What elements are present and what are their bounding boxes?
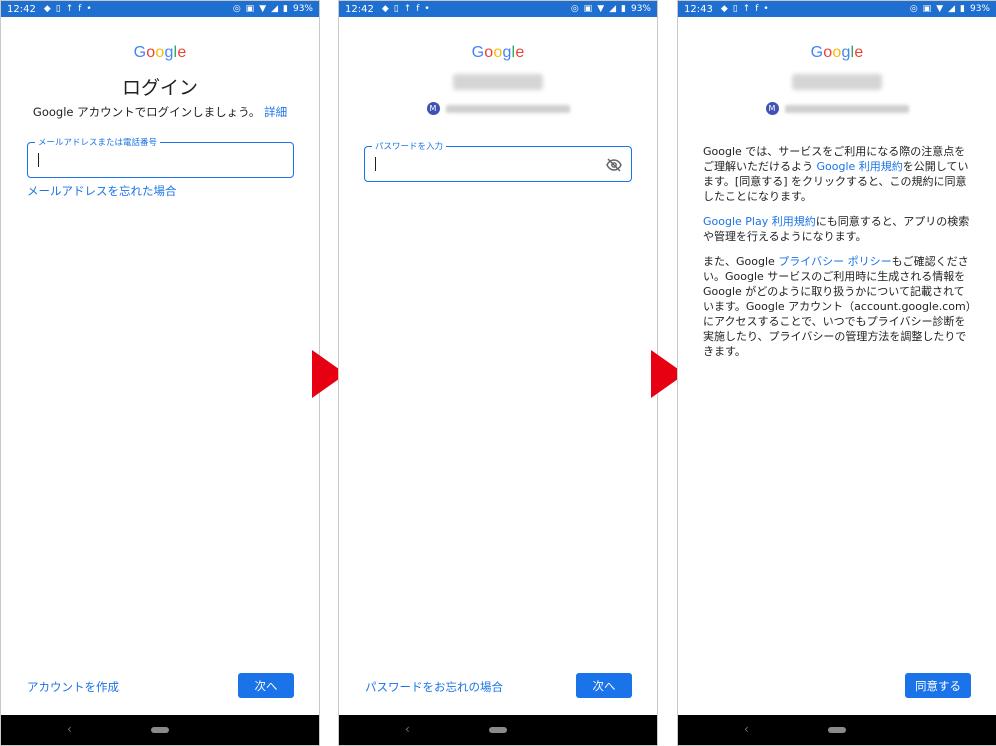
vibrate-icon: ▣	[583, 4, 593, 14]
text-cursor	[375, 157, 376, 171]
notification-icons: ◆ ▯ ↑ f •	[44, 4, 92, 14]
facebook-icon: f	[755, 4, 759, 14]
status-time: 12:42	[345, 3, 374, 15]
eye-off-icon[interactable]	[606, 157, 622, 176]
google-logo-text: Google	[810, 44, 864, 61]
system-icons: ◎ ▣ ▼ ◢ ▮ 93%	[910, 4, 990, 14]
blurred-email	[445, 104, 570, 113]
account-chip[interactable]: M	[678, 102, 996, 115]
blurred-account-name	[339, 74, 657, 90]
terms-text-b: もご確認ください。Google サービスのご利用時に生成される情報を Googl…	[703, 255, 972, 358]
signal-icon: ◢	[948, 4, 956, 14]
navigation-bar: ‹	[678, 715, 996, 745]
password-field-label: パスワードを入力	[372, 140, 447, 152]
chat-icon: ◆	[720, 4, 728, 14]
agree-button[interactable]: 同意する	[905, 673, 971, 698]
sync-icon: ◎	[909, 4, 918, 14]
vibrate-icon: ▣	[922, 4, 932, 14]
dot-icon: •	[86, 4, 92, 14]
google-logo: Google	[678, 44, 996, 62]
next-button[interactable]: 次へ	[576, 673, 632, 698]
forgot-email-link[interactable]: メールアドレスを忘れた場合	[27, 183, 177, 199]
signal-icon: ◢	[609, 4, 617, 14]
play-terms-link[interactable]: Google Play 利用規約	[703, 215, 816, 228]
sync-icon: ◎	[570, 4, 579, 14]
home-icon[interactable]	[489, 727, 507, 733]
battery-level: 93%	[292, 4, 313, 14]
phone-screen-login: 12:42 ◆ ▯ ↑ f • ◎ ▣ ▼ ◢ ▮ 93% Google ログイ…	[0, 0, 320, 746]
password-field[interactable]: パスワードを入力	[364, 140, 632, 182]
navigation-bar: ‹	[1, 715, 319, 745]
battery-level: 93%	[630, 4, 651, 14]
chat-icon: ◆	[381, 4, 389, 14]
blurred-email	[784, 104, 909, 113]
facebook-icon: f	[78, 4, 82, 14]
status-time: 12:42	[7, 3, 36, 15]
status-bar: 12:42 ◆ ▯ ↑ f • ◎ ▣ ▼ ◢ ▮ 93%	[339, 1, 657, 17]
google-terms-link[interactable]: Google 利用規約	[817, 160, 903, 173]
privacy-policy-link[interactable]: プライバシー ポリシー	[778, 255, 891, 268]
next-button[interactable]: 次へ	[238, 673, 294, 698]
text-cursor	[38, 153, 39, 167]
system-icons: ◎ ▣ ▼ ◢ ▮ 93%	[233, 4, 313, 14]
account-chip[interactable]: M	[339, 102, 657, 115]
sync-icon: ◎	[232, 4, 241, 14]
sim-icon: ▯	[393, 4, 399, 14]
upload-icon: ↑	[65, 4, 74, 14]
back-icon[interactable]: ‹	[67, 722, 72, 736]
page-subtitle: Google アカウントでログインしましょう。 詳細	[1, 104, 319, 120]
create-account-link[interactable]: アカウントを作成	[27, 679, 119, 695]
battery-icon: ▮	[621, 4, 626, 14]
battery-icon: ▮	[283, 4, 288, 14]
home-icon[interactable]	[151, 727, 169, 733]
sim-icon: ▯	[732, 4, 738, 14]
details-link[interactable]: 詳細	[264, 105, 287, 119]
chat-icon: ◆	[43, 4, 51, 14]
phone-screen-terms: 12:43 ◆ ▯ ↑ f • ◎ ▣ ▼ ◢ ▮ 93% Google M G…	[677, 0, 996, 746]
wifi-icon: ▼	[597, 4, 605, 14]
avatar: M	[426, 102, 440, 115]
back-icon[interactable]: ‹	[405, 722, 410, 736]
page-title: ログイン	[121, 77, 198, 99]
wifi-icon: ▼	[936, 4, 944, 14]
dot-icon: •	[424, 4, 430, 14]
google-logo: Google	[339, 44, 657, 62]
facebook-icon: f	[416, 4, 420, 14]
google-logo: Google	[1, 44, 319, 62]
status-bar: 12:42 ◆ ▯ ↑ f • ◎ ▣ ▼ ◢ ▮ 93%	[1, 1, 319, 17]
email-field[interactable]: メールアドレスまたは電話番号	[27, 136, 294, 178]
terms-text: Google では、サービスをご利用になる際の注意点をご理解いただけるよう Go…	[703, 144, 973, 369]
navigation-bar: ‹	[339, 715, 657, 745]
system-icons: ◎ ▣ ▼ ◢ ▮ 93%	[571, 4, 651, 14]
upload-icon: ↑	[742, 4, 751, 14]
google-logo-text: Google	[471, 44, 525, 61]
battery-icon: ▮	[960, 4, 965, 14]
google-logo-text: Google	[133, 44, 187, 61]
forgot-password-link[interactable]: パスワードをお忘れの場合	[365, 679, 503, 695]
status-bar: 12:43 ◆ ▯ ↑ f • ◎ ▣ ▼ ◢ ▮ 93%	[678, 1, 996, 17]
signal-icon: ◢	[271, 4, 279, 14]
terms-paragraph: Google では、サービスをご利用になる際の注意点をご理解いただけるよう Go…	[703, 144, 973, 204]
vibrate-icon: ▣	[245, 4, 255, 14]
blurred-account-name	[678, 74, 996, 90]
notification-icons: ◆ ▯ ↑ f •	[721, 4, 769, 14]
home-icon[interactable]	[828, 727, 846, 733]
terms-text-a: また、Google	[703, 255, 779, 268]
dot-icon: •	[763, 4, 769, 14]
battery-level: 93%	[969, 4, 990, 14]
upload-icon: ↑	[403, 4, 412, 14]
tutorial-stage: 12:42 ◆ ▯ ↑ f • ◎ ▣ ▼ ◢ ▮ 93% Google ログイ…	[0, 0, 996, 746]
notification-icons: ◆ ▯ ↑ f •	[382, 4, 430, 14]
avatar: M	[765, 102, 779, 115]
phone-screen-password: 12:42 ◆ ▯ ↑ f • ◎ ▣ ▼ ◢ ▮ 93% Google M パ…	[338, 0, 658, 746]
subtitle-text: Google アカウントでログインしましょう。	[32, 105, 261, 119]
wifi-icon: ▼	[259, 4, 267, 14]
terms-paragraph: Google Play 利用規約にも同意すると、アプリの検索や管理を行えるように…	[703, 214, 973, 244]
terms-paragraph: また、Google プライバシー ポリシーもご確認ください。Google サービ…	[703, 254, 973, 359]
back-icon[interactable]: ‹	[744, 722, 749, 736]
email-field-label: メールアドレスまたは電話番号	[35, 136, 161, 148]
status-time: 12:43	[684, 3, 713, 15]
sim-icon: ▯	[55, 4, 61, 14]
